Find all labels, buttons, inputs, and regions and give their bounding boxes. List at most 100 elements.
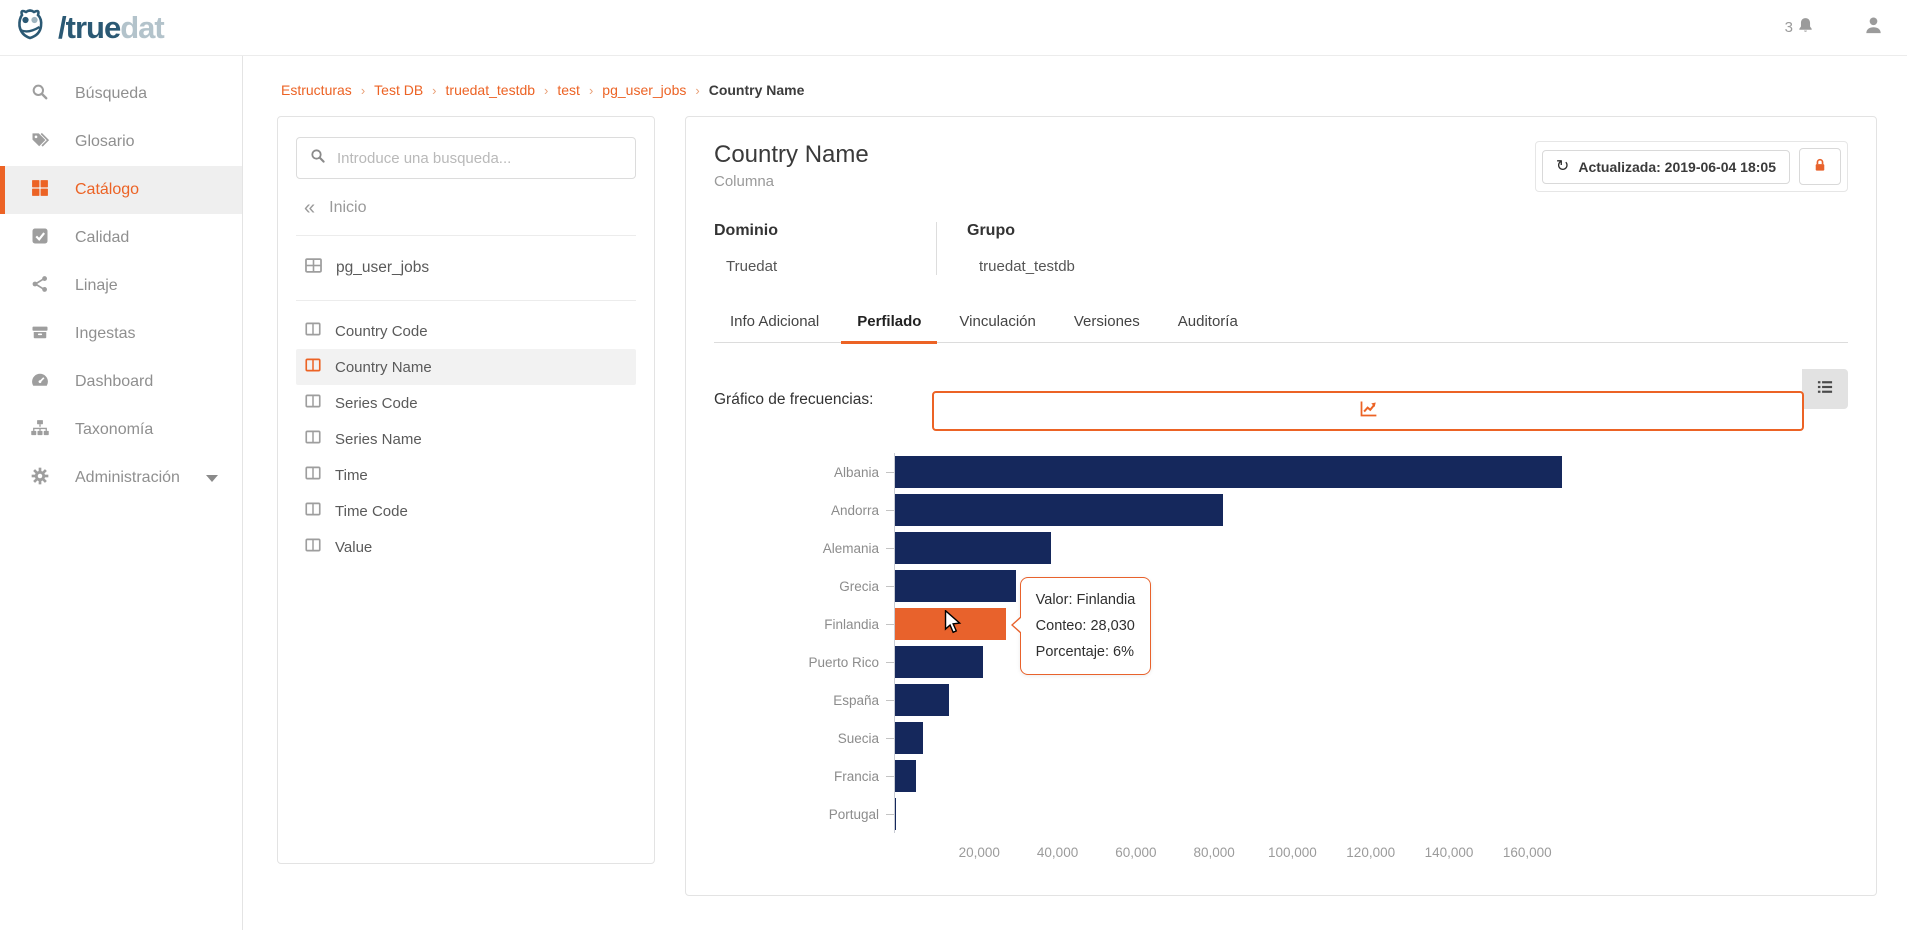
- sidebar-item-calidad[interactable]: Calidad: [0, 214, 242, 262]
- breadcrumb-link[interactable]: truedat_testdb: [446, 82, 536, 98]
- tooltip-count-line: Conteo: 28,030: [1035, 618, 1135, 634]
- chevron-down-icon: [206, 474, 218, 482]
- main-content: Estructuras › Test DB › truedat_testdb › te…: [243, 56, 1907, 930]
- list-view-button[interactable]: [1802, 369, 1848, 409]
- chart-row: España: [714, 681, 1586, 719]
- gauge-icon: [30, 370, 50, 395]
- structure-type: Columna: [714, 173, 775, 190]
- chart-bar-españa[interactable]: [895, 684, 950, 716]
- user-menu-button[interactable]: [1862, 14, 1885, 42]
- sidebar-item-dashboard[interactable]: Dashboard: [0, 358, 242, 406]
- column-item-country-code[interactable]: Country Code: [296, 313, 636, 349]
- sidebar: Búsqueda Glosario Catálogo Calidad Linaj…: [0, 56, 243, 930]
- chart-y-label: España: [833, 692, 879, 708]
- column-item-series-name[interactable]: Series Name: [296, 421, 636, 457]
- chart-y-label: Alemania: [822, 540, 879, 556]
- share-icon: [30, 274, 50, 299]
- x-axis-tick-label: 80,000: [1193, 845, 1235, 860]
- sidebar-item-linaje[interactable]: Linaje: [0, 262, 242, 310]
- sidebar-item-administracion[interactable]: Administración: [0, 454, 242, 502]
- table-icon: [304, 256, 323, 280]
- chart-row: Albania: [714, 453, 1586, 491]
- app-logo[interactable]: /truedat: [14, 5, 165, 50]
- column-icon: [304, 428, 322, 450]
- tab-versiones[interactable]: Versiones: [1058, 303, 1156, 342]
- chart-bar-suecia[interactable]: [895, 722, 923, 754]
- refresh-metadata-button[interactable]: ↻ Actualizada: 2019-06-04 18:05: [1541, 149, 1790, 184]
- search-input[interactable]: [337, 149, 623, 167]
- notifications-button[interactable]: 3: [1785, 15, 1816, 40]
- line-chart-icon: [1358, 398, 1379, 424]
- sidebar-item-catalogo[interactable]: Catálogo: [0, 166, 242, 214]
- breadcrumb-separator: ›: [544, 82, 549, 98]
- refresh-icon: ↻: [1555, 157, 1570, 175]
- column-item-time[interactable]: Time: [296, 457, 636, 493]
- chart-y-label: Andorra: [830, 502, 879, 518]
- breadcrumb-link[interactable]: Test DB: [374, 82, 423, 98]
- tab-perfilado[interactable]: Perfilado: [841, 303, 938, 344]
- sidebar-item-ingestas[interactable]: Ingestas: [0, 310, 242, 358]
- chart-y-label: Grecia: [839, 578, 879, 594]
- bell-icon: [1795, 15, 1816, 40]
- chart-bar-andorra[interactable]: [895, 494, 1223, 526]
- detail-tabs: Info Adicional Perfilado Vinculación Ver…: [714, 303, 1848, 344]
- explorer-table-pg-user-jobs[interactable]: pg_user_jobs: [296, 236, 636, 301]
- chart-bar-puerto-rico[interactable]: [895, 646, 984, 678]
- y-axis-tick: [886, 471, 894, 473]
- column-item-series-code[interactable]: Series Code: [296, 385, 636, 421]
- chart-track: [894, 529, 1586, 567]
- lock-button[interactable]: [1799, 148, 1841, 185]
- chart-bar-portugal[interactable]: [895, 798, 897, 830]
- y-axis-tick: [886, 737, 894, 739]
- detail-actions: ↻ Actualizada: 2019-06-04 18:05: [1534, 141, 1848, 192]
- x-axis-tick-label: 160,000: [1502, 845, 1552, 860]
- x-axis-tick-label: 20,000: [958, 845, 1000, 860]
- field-grupo: Grupo truedat_testdb: [936, 222, 1105, 275]
- column-icon: [304, 536, 322, 558]
- chart-row: Francia: [714, 757, 1586, 795]
- chart-view-button[interactable]: [932, 391, 1804, 431]
- column-item-value[interactable]: Value: [296, 529, 636, 565]
- column-icon: [304, 356, 322, 378]
- mouse-cursor: [943, 609, 965, 639]
- sidebar-item-taxonomia[interactable]: Taxonomía: [0, 406, 242, 454]
- chart-y-label: Portugal: [828, 806, 879, 822]
- tab-vinculacion[interactable]: Vinculación: [943, 303, 1051, 342]
- explorer-search[interactable]: [296, 137, 636, 179]
- x-axis-tick-label: 60,000: [1115, 845, 1157, 860]
- column-item-time-code[interactable]: Time Code: [296, 493, 636, 529]
- sitemap-icon: [30, 418, 50, 443]
- topbar: /truedat 3: [0, 0, 1907, 56]
- breadcrumb-link[interactable]: test: [557, 82, 580, 98]
- tooltip-percent-line: Porcentaje: 6%: [1035, 644, 1135, 660]
- tab-auditoria[interactable]: Auditoría: [1162, 303, 1254, 342]
- tooltip-value-line: Valor: Finlandia: [1035, 592, 1136, 608]
- field-dominio: Dominio Truedat: [714, 222, 778, 275]
- structure-explorer: « Inicio pg_user_jobs Country Code: [277, 116, 655, 864]
- chart-bar-alemania[interactable]: [895, 532, 1051, 564]
- chart-bar-francia[interactable]: [895, 760, 916, 792]
- chart-track: [894, 567, 1586, 605]
- breadcrumb-separator: ›: [360, 82, 366, 98]
- chart-row: Alemania: [714, 529, 1586, 567]
- y-axis-tick: [886, 775, 894, 777]
- x-axis-tick-label: 100,000: [1268, 845, 1317, 860]
- y-axis-tick: [886, 547, 894, 549]
- chart-track: [894, 681, 1586, 719]
- chart-bar-grecia[interactable]: [895, 570, 1016, 602]
- tab-info-adicional[interactable]: Info Adicional: [714, 303, 835, 342]
- frequency-chart: Albania Andorra Alemania Grecia Finlandia Val…: [714, 453, 1586, 865]
- breadcrumb-link[interactable]: Estructuras: [281, 82, 352, 98]
- explorer-back-inicio[interactable]: « Inicio: [296, 179, 636, 236]
- x-axis-tick-label: 120,000: [1346, 845, 1396, 860]
- sidebar-item-busqueda[interactable]: Búsqueda: [0, 70, 242, 118]
- column-item-country-name[interactable]: Country Name: [296, 349, 636, 385]
- grid-icon: [30, 178, 50, 203]
- breadcrumb-link[interactable]: pg_user_jobs: [602, 82, 686, 98]
- y-axis-tick: [886, 661, 894, 663]
- chart-y-label: Finlandia: [824, 616, 879, 632]
- y-axis-tick: [886, 585, 894, 587]
- column-icon: [304, 500, 322, 522]
- sidebar-item-glosario[interactable]: Glosario: [0, 118, 242, 166]
- chart-bar-albania[interactable]: [895, 456, 1563, 488]
